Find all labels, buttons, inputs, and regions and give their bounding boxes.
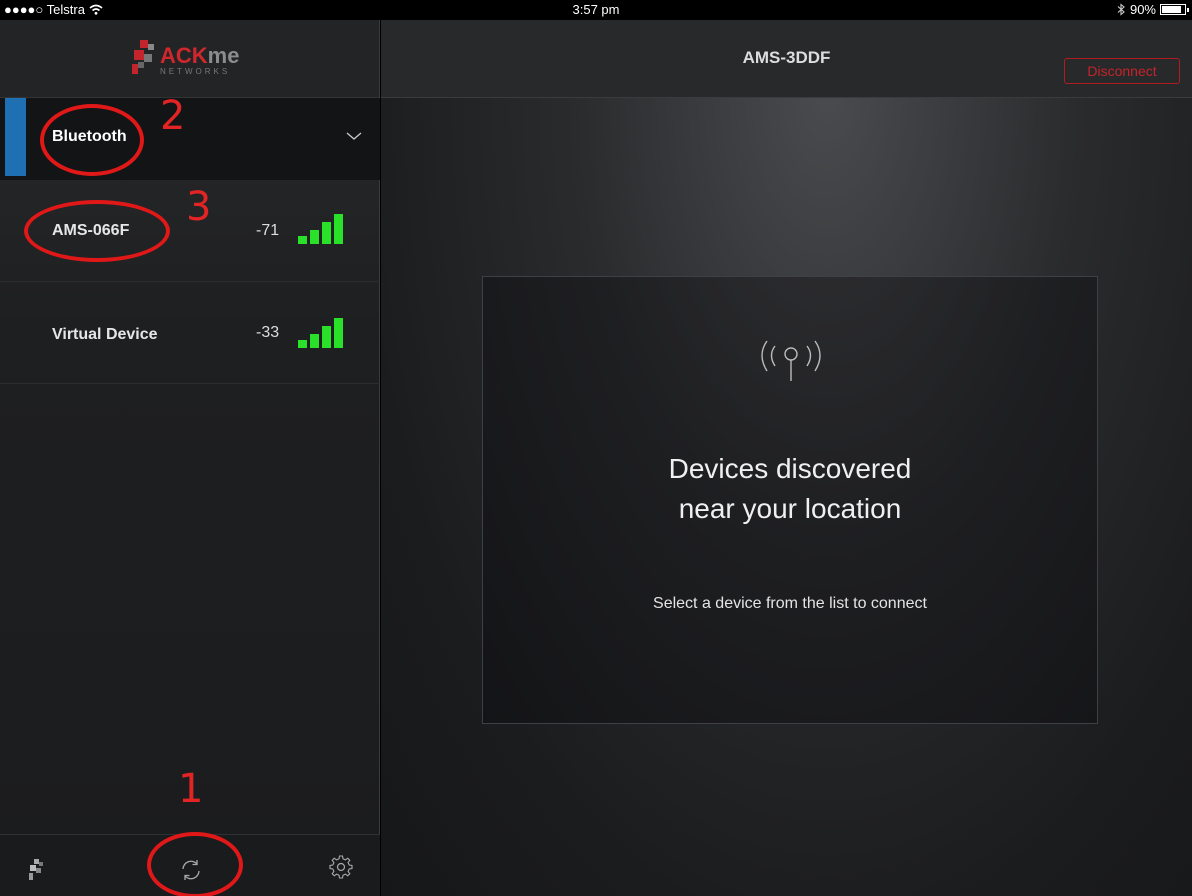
device-rssi: -33: [256, 324, 280, 341]
card-headline-line2: near your location: [678, 493, 902, 524]
gear-icon[interactable]: [329, 855, 353, 879]
antenna-icon: [761, 340, 821, 381]
battery-percent: 90%: [1129, 2, 1156, 17]
sidebar-header: ACKme NETWORKS: [0, 20, 379, 98]
signal-strength-icon: [298, 316, 346, 348]
ackme-logo-icon[interactable]: [28, 859, 46, 881]
bluetooth-icon: [1117, 3, 1125, 16]
annotation-ring-refresh: [147, 832, 243, 896]
annotation-number-3: 3: [186, 184, 212, 230]
signal-strength-icon: [298, 212, 346, 244]
ackme-logo-mark-icon: [130, 40, 158, 80]
chevron-down-icon[interactable]: [346, 128, 362, 144]
status-time: 3:57 pm: [572, 2, 620, 17]
logo-networks: NETWORKS: [160, 66, 231, 76]
status-right: 90%: [1117, 2, 1189, 17]
annotation-ring-device: [24, 200, 170, 262]
logo-ack: ACK: [160, 42, 208, 68]
annotation-ring-bluetooth: [40, 104, 144, 176]
disconnect-button[interactable]: Disconnect: [1064, 58, 1180, 84]
card-headline: Devices discovered near your location: [483, 449, 1097, 529]
device-name: Virtual Device: [52, 326, 158, 343]
main-header: AMS-3DDF Disconnect: [381, 20, 1192, 98]
device-row-virtual-device[interactable]: Virtual Device -33: [0, 282, 380, 384]
section-accent-bar: [5, 98, 26, 176]
annotation-number-1: 1: [178, 766, 204, 812]
logo-me: me: [207, 42, 240, 68]
card-subtitle: Select a device from the list to connect: [653, 595, 927, 612]
discovery-info-card: Devices discovered near your location Se…: [482, 276, 1098, 724]
ackme-wordmark: ACKme NETWORKS: [160, 42, 240, 76]
annotation-number-2: 2: [160, 93, 186, 139]
battery-icon: [1160, 4, 1189, 15]
device-rssi: -71: [256, 222, 280, 239]
main-panel: AMS-3DDF Disconnect Devices discovered n…: [381, 20, 1192, 896]
status-bar: ●●●●○ Telstra 3:57 pm 90%: [0, 0, 1192, 20]
ackme-logo: ACKme NETWORKS: [130, 40, 239, 80]
card-headline-line1: Devices discovered: [668, 453, 912, 484]
